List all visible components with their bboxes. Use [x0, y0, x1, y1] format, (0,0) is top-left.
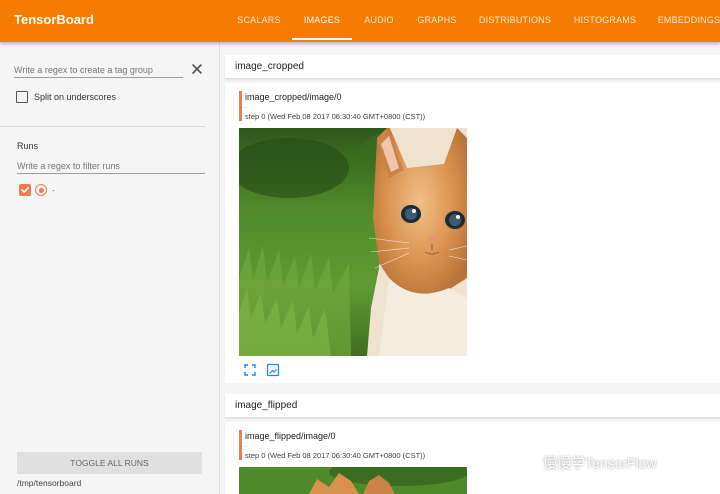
image-run-name: . [245, 443, 247, 449]
image-tag-name: image_cropped/image/0 [245, 92, 342, 102]
run-radio-dot [38, 187, 44, 193]
sidebar-divider [0, 126, 205, 127]
active-tab-indicator [292, 38, 352, 40]
tab-images[interactable]: IMAGES [292, 0, 352, 42]
app-title: TensorBoard [14, 12, 94, 27]
fullscreen-icon[interactable] [243, 363, 257, 377]
actual-size-icon[interactable] [266, 363, 280, 377]
sidebar: Split on underscores Runs . TOGGLE ALL R… [0, 42, 220, 494]
kitten-flipped-image [239, 467, 467, 494]
watermark: 慢慢学TensorFlow [516, 452, 657, 474]
run-label: . [52, 183, 55, 193]
image-card: image_cropped/image/0 . step 0 (Wed Feb … [225, 83, 720, 383]
image-step-info: step 0 (Wed Feb 08 2017 06:30:40 GMT+080… [245, 451, 426, 460]
toggle-all-runs-button[interactable]: TOGGLE ALL RUNS [17, 452, 202, 474]
tab-scalars[interactable]: SCALARS [228, 0, 290, 42]
image-step-info: step 0 (Wed Feb 08 2017 06:30:40 GMT+080… [245, 112, 426, 121]
main-content: image_cropped image_cropped/image/0 . st… [221, 42, 720, 494]
kitten-image [239, 128, 467, 356]
run-color-bar [239, 430, 242, 460]
runs-title: Runs [17, 141, 39, 151]
wechat-icon [516, 454, 538, 471]
runs-filter-input[interactable] [17, 158, 205, 174]
check-icon [21, 187, 29, 193]
tab-graphs[interactable]: GRAPHS [408, 0, 466, 42]
tag-card-title: image_flipped [235, 400, 298, 411]
tab-audio[interactable]: AUDIO [354, 0, 404, 42]
tab-distributions[interactable]: DISTRIBUTIONS [474, 0, 556, 42]
top-app-bar: TensorBoard SCALARS IMAGES AUDIO GRAPHS … [0, 0, 720, 42]
tag-card-header[interactable]: image_flipped [225, 394, 720, 418]
run-checkbox[interactable] [19, 184, 31, 196]
image-run-name: . [245, 104, 247, 110]
tag-card-title: image_cropped [235, 61, 304, 72]
watermark-text: 慢慢学TensorFlow [543, 455, 657, 471]
logdir-path: /tmp/tensorboard [17, 478, 82, 488]
image-tag-name: image_flipped/image/0 [245, 431, 336, 441]
close-icon[interactable] [190, 62, 204, 76]
tag-group-regex-input[interactable] [14, 62, 183, 78]
split-underscores-label: Split on underscores [34, 92, 117, 102]
tab-histograms[interactable]: HISTOGRAMS [566, 0, 644, 42]
tag-card-header[interactable]: image_cropped [225, 55, 720, 79]
tab-embeddings[interactable]: EMBEDDINGS [654, 0, 720, 42]
run-color-bar [239, 91, 242, 121]
run-radio-button[interactable] [35, 184, 47, 196]
split-underscores-checkbox[interactable] [16, 91, 28, 103]
